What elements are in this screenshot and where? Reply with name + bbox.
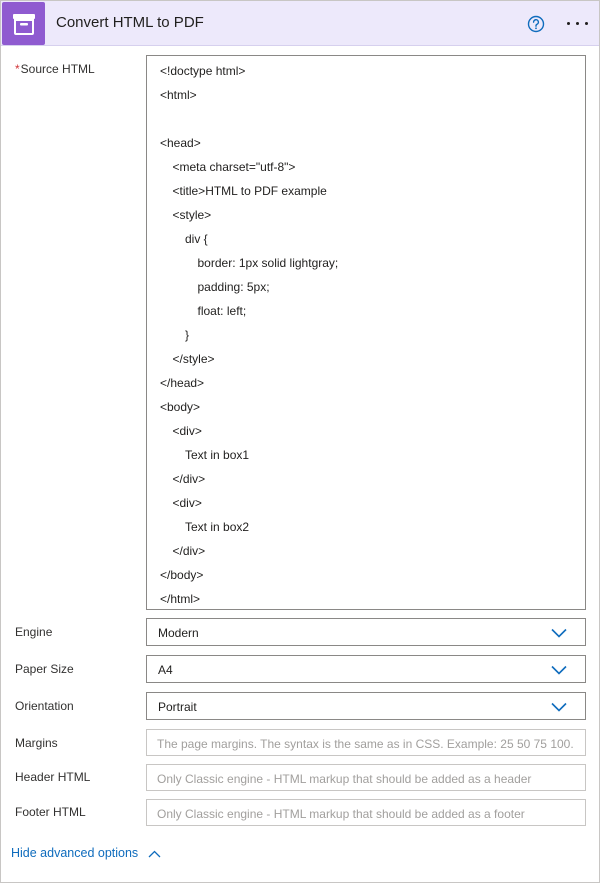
action-title: Convert HTML to PDF bbox=[56, 14, 204, 31]
source-html-input[interactable]: <!doctype html> <html> <head> <meta charset… bbox=[146, 55, 586, 610]
code-line: <body> bbox=[160, 400, 201, 414]
engine-value: Modern bbox=[158, 626, 199, 640]
code-line: } bbox=[185, 328, 190, 342]
code-line: </head> bbox=[160, 376, 205, 390]
question-circle-icon bbox=[527, 15, 545, 33]
margins-label: Margins bbox=[15, 736, 58, 750]
code-line: <style> bbox=[172, 208, 212, 222]
paper-size-value: A4 bbox=[158, 663, 173, 677]
code-line: </style> bbox=[172, 352, 215, 366]
orientation-value: Portrait bbox=[158, 700, 197, 714]
code-line: <div> bbox=[172, 424, 202, 438]
required-mark: * bbox=[15, 62, 20, 76]
more-ellipsis-icon bbox=[567, 22, 570, 25]
source-html-label: *Source HTML bbox=[15, 62, 95, 76]
chevron-down-icon bbox=[551, 702, 567, 712]
footer-html-placeholder: Only Classic engine - HTML markup that s… bbox=[157, 807, 525, 821]
header-html-placeholder: Only Classic engine - HTML markup that s… bbox=[157, 772, 532, 786]
code-line: Text in box1 bbox=[185, 448, 250, 462]
code-line: <html> bbox=[160, 88, 197, 102]
more-ellipsis-icon bbox=[585, 22, 588, 25]
code-line: Text in box2 bbox=[185, 520, 250, 534]
action-card: Convert HTML to PDF *Source HTML <!docty… bbox=[0, 0, 600, 883]
margins-input[interactable]: The page margins. The syntax is the same… bbox=[146, 729, 586, 756]
code-line: div { bbox=[185, 232, 208, 246]
more-options-button[interactable] bbox=[563, 13, 593, 35]
code-line: </html> bbox=[160, 592, 201, 606]
code-line: padding: 5px; bbox=[197, 280, 270, 294]
engine-label: Engine bbox=[15, 625, 53, 639]
chevron-down-icon bbox=[551, 628, 567, 638]
header-html-label: Header HTML bbox=[15, 770, 91, 784]
chevron-down-icon bbox=[551, 665, 567, 675]
code-line: <head> bbox=[160, 136, 201, 150]
header-html-input[interactable]: Only Classic engine - HTML markup that s… bbox=[146, 764, 586, 791]
engine-dropdown[interactable]: Modern bbox=[146, 618, 586, 646]
orientation-label: Orientation bbox=[15, 699, 74, 713]
hide-advanced-options-link[interactable]: Hide advanced options bbox=[11, 846, 161, 860]
code-line: border: 1px solid lightgray; bbox=[197, 256, 339, 270]
code-line: </div> bbox=[172, 544, 206, 558]
margins-placeholder: The page margins. The syntax is the same… bbox=[157, 737, 574, 751]
paper-size-dropdown[interactable]: A4 bbox=[146, 655, 586, 683]
footer-html-label: Footer HTML bbox=[15, 805, 86, 819]
code-line: <div> bbox=[172, 496, 202, 510]
code-line: <!doctype html> bbox=[160, 64, 246, 78]
code-line: </div> bbox=[172, 472, 206, 486]
footer-html-input[interactable]: Only Classic engine - HTML markup that s… bbox=[146, 799, 586, 826]
help-button[interactable] bbox=[525, 13, 547, 35]
paper-size-label: Paper Size bbox=[15, 662, 74, 676]
orientation-dropdown[interactable]: Portrait bbox=[146, 692, 586, 720]
code-line: </body> bbox=[160, 568, 204, 582]
action-header[interactable]: Convert HTML to PDF bbox=[1, 1, 599, 46]
code-line: float: left; bbox=[197, 304, 247, 318]
chevron-up-icon bbox=[148, 850, 161, 858]
code-line: <title>HTML to PDF example bbox=[172, 184, 327, 198]
code-line: <meta charset="utf-8"> bbox=[172, 160, 296, 174]
archive-box-icon bbox=[2, 2, 45, 45]
more-ellipsis-icon bbox=[576, 22, 579, 25]
